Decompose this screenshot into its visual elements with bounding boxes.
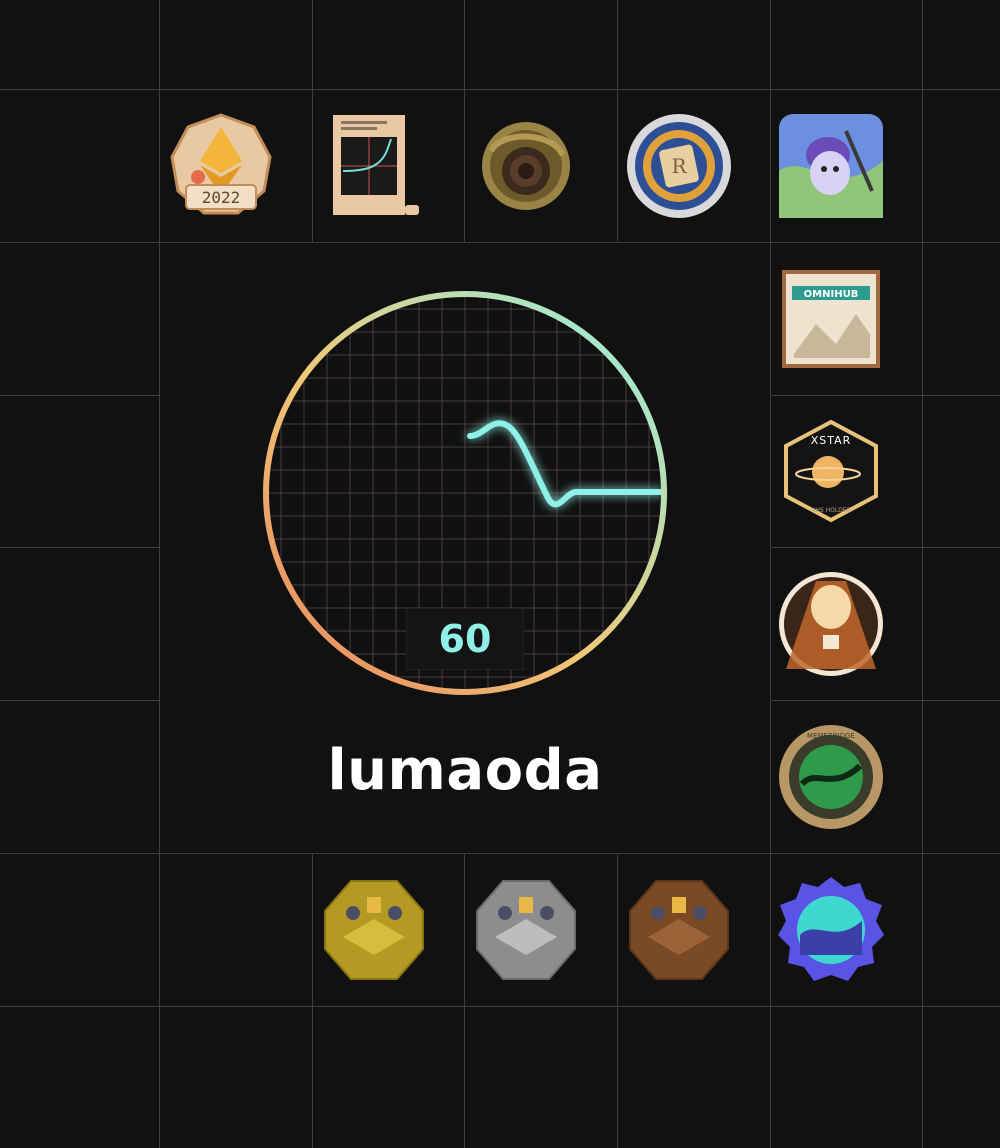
ethereum-2022-icon: 2022 bbox=[170, 113, 272, 215]
silver-tier-badge[interactable] bbox=[471, 875, 581, 985]
svg-text:R: R bbox=[671, 154, 687, 178]
username: lumaoda bbox=[327, 738, 603, 803]
scroll-seal-badge[interactable]: R bbox=[624, 111, 734, 221]
hot-air-balloon-icon bbox=[779, 572, 883, 676]
xstar-badge[interactable]: XSTAR XHS HOLDER bbox=[776, 416, 886, 526]
scroll-seal-icon: R bbox=[627, 114, 731, 218]
meme-bridge-blue-badge[interactable] bbox=[776, 875, 886, 985]
dragon-coin-badge[interactable] bbox=[471, 111, 581, 221]
miner-character-badge[interactable] bbox=[776, 111, 886, 221]
svg-text:2022: 2022 bbox=[202, 188, 241, 207]
svg-text:MEMEBRIDGE: MEMEBRIDGE bbox=[807, 732, 855, 740]
gold-trophy-icon bbox=[324, 880, 424, 980]
miner-character-icon bbox=[779, 114, 883, 218]
dragon-coin-icon bbox=[482, 122, 570, 210]
gold-tier-badge[interactable] bbox=[319, 875, 429, 985]
bronze-trophy-icon bbox=[629, 880, 729, 980]
xstar-planet-icon: XSTAR XHS HOLDER bbox=[784, 419, 878, 523]
blue-bridge-seal-icon bbox=[778, 877, 884, 981]
svg-text:XSTAR: XSTAR bbox=[811, 434, 852, 447]
score-value: 60 bbox=[406, 608, 524, 670]
omnihub-scroll-icon: OMNIHUB bbox=[782, 270, 880, 368]
memebridge-seal-icon: MEMEBRIDGE bbox=[779, 725, 883, 829]
omnihub-badge[interactable]: OMNIHUB bbox=[776, 264, 886, 374]
2022-badge[interactable]: 2022 bbox=[166, 111, 276, 221]
svg-text:OMNIHUB: OMNIHUB bbox=[804, 289, 859, 300]
bronze-tier-badge[interactable] bbox=[624, 875, 734, 985]
scroll-graph-icon bbox=[333, 115, 419, 215]
svg-text:XHS HOLDER: XHS HOLDER bbox=[811, 507, 851, 514]
hot-air-balloon-badge[interactable] bbox=[776, 569, 886, 679]
memebridge-badge[interactable]: MEMEBRIDGE bbox=[776, 722, 886, 832]
graph-scroll-badge[interactable] bbox=[319, 111, 429, 221]
silver-trophy-icon bbox=[476, 880, 576, 980]
